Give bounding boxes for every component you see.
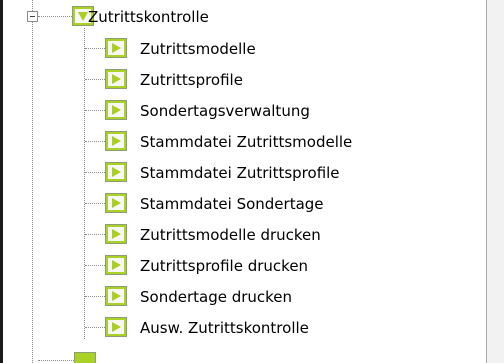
tree-branch-line	[85, 296, 105, 297]
play-node-icon	[105, 131, 127, 151]
tree-item-sondertagsverwaltung[interactable]: Sondertagsverwaltung	[105, 97, 435, 123]
tree-item-stammdatei-zutrittsprofile[interactable]: Stammdatei Zutrittsprofile	[105, 159, 475, 185]
tree-branch-line	[85, 79, 105, 80]
tree-item-label: Zutrittsmodelle drucken	[140, 226, 321, 244]
play-node-icon	[105, 100, 127, 120]
tree-branch-line	[85, 141, 105, 142]
tree-branch-line	[85, 203, 105, 204]
tree-item-label: Stammdatei Sondertage	[140, 195, 324, 213]
tree-item-stammdatei-zutrittsmodelle[interactable]: Stammdatei Zutrittsmodelle	[105, 128, 475, 154]
tree-branch-line	[85, 265, 105, 266]
tree-branch-line	[85, 234, 105, 235]
tree-item-zutrittsprofile[interactable]: Zutrittsprofile	[105, 66, 405, 92]
tree-branch-line	[85, 327, 105, 328]
play-node-icon	[105, 286, 127, 306]
partial-next-node-icon	[74, 352, 96, 363]
tree-parent-connector	[38, 16, 72, 17]
tree-item-label: Zutrittsprofile drucken	[140, 257, 309, 275]
tree-item-label: Stammdatei Zutrittsmodelle	[140, 133, 353, 151]
play-node-icon	[105, 224, 127, 244]
tree-item-label: Zutrittsmodelle	[140, 40, 256, 58]
tree-item-zutrittsmodelle[interactable]: Zutrittsmodelle	[105, 35, 405, 61]
play-node-icon	[105, 317, 127, 337]
tree-item-zutrittsprofile-drucken[interactable]: Zutrittsprofile drucken	[105, 252, 455, 278]
tree-item-zutrittsmodelle-drucken[interactable]: Zutrittsmodelle drucken	[105, 221, 475, 247]
right-gutter	[487, 0, 504, 363]
collapse-toggle[interactable]	[27, 11, 38, 22]
left-border	[0, 0, 3, 363]
play-node-icon	[105, 69, 127, 89]
tree-root-connector	[32, 0, 33, 363]
tree-item-label: Stammdatei Zutrittsprofile	[140, 164, 340, 182]
tree-node-label: Zutrittskontrolle	[88, 8, 209, 26]
tree-item-label: Zutrittsprofile	[140, 71, 243, 89]
play-node-icon	[105, 162, 127, 182]
tree-panel: Zutrittskontrolle Zutrittsmodelle Zutrit…	[0, 0, 504, 363]
tree-branch-line	[38, 360, 74, 361]
tree-item-stammdatei-sondertage[interactable]: Stammdatei Sondertage	[105, 190, 445, 216]
tree-child-connector	[84, 28, 85, 339]
tree-item-ausw-zutrittskontrolle[interactable]: Ausw. Zutrittskontrolle	[105, 314, 445, 340]
tree-branch-line	[85, 48, 105, 49]
play-node-icon	[105, 193, 127, 213]
tree-item-label: Ausw. Zutrittskontrolle	[140, 319, 309, 337]
tree-item-sondertage-drucken[interactable]: Sondertage drucken	[105, 283, 415, 309]
tree-branch-line	[85, 110, 105, 111]
tree-branch-line	[85, 172, 105, 173]
play-node-icon	[105, 255, 127, 275]
play-node-icon	[105, 38, 127, 58]
tree-node-zutrittskontrolle[interactable]: Zutrittskontrolle	[68, 0, 288, 26]
tree-item-label: Sondertagsverwaltung	[140, 102, 310, 120]
tree-item-label: Sondertage drucken	[140, 288, 293, 306]
